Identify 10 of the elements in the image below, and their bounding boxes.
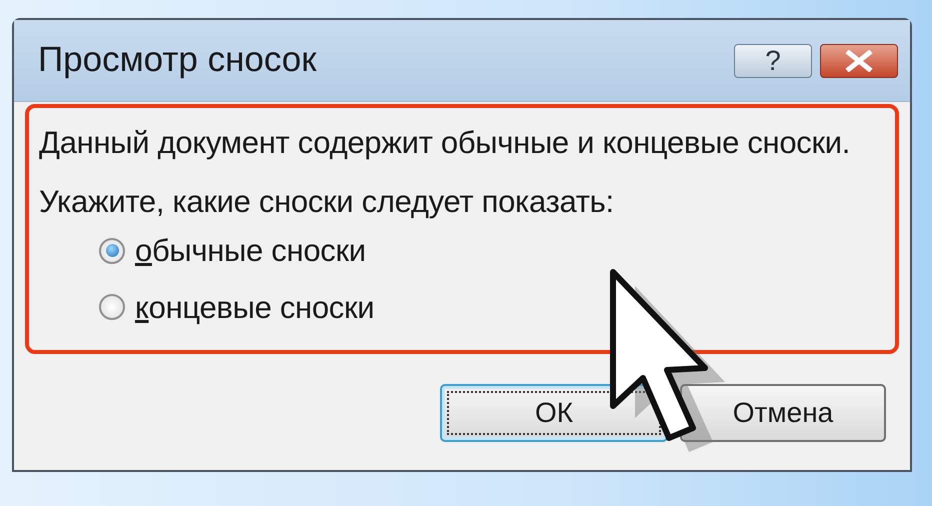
window-title: Просмотр сносок [38,39,317,82]
radio-button[interactable] [99,238,125,264]
prompt-text: Укажите, какие сноски следует показать: [39,183,615,220]
radio-label[interactable]: обычные сноски [135,232,366,270]
message-text: Данный документ содержит обычные и концевые сноски. [39,124,852,162]
help-button[interactable]: ? [734,44,812,78]
cancel-button[interactable]: Отмена [680,384,886,442]
close-button[interactable] [820,44,898,78]
radio-button[interactable] [99,294,125,320]
radio-label[interactable]: концевые сноски [135,288,374,326]
